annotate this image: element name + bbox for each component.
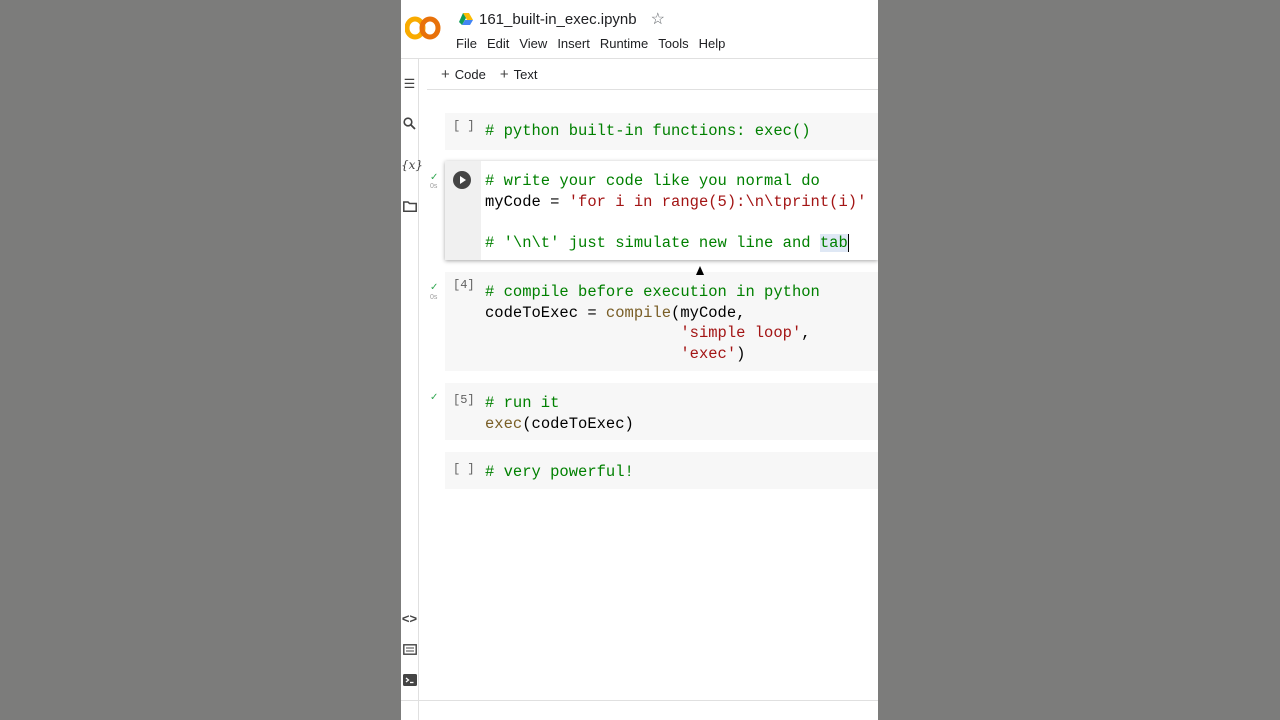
- cell-prompt: [4]: [453, 278, 475, 292]
- command-palette-icon[interactable]: [401, 643, 418, 658]
- insert-toolbar: + Code + Text: [441, 66, 551, 83]
- menu-help[interactable]: Help: [697, 36, 728, 51]
- search-icon[interactable]: [401, 117, 418, 133]
- code-snippets-icon[interactable]: <>: [401, 611, 418, 626]
- menu-tools[interactable]: Tools: [656, 36, 690, 51]
- drive-icon: [459, 13, 473, 25]
- cell-code[interactable]: # python built-in functions: exec(): [485, 121, 811, 142]
- status-bar-divider: [401, 700, 878, 701]
- exec-time: 0s: [430, 294, 438, 301]
- folder-icon[interactable]: [401, 200, 418, 215]
- cell-prompt: [5]: [453, 393, 475, 407]
- add-text-button[interactable]: + Text: [500, 66, 538, 83]
- header: 161_built-in_exec.ipynb ☆ File Edit View…: [401, 0, 878, 59]
- menu-bar: File Edit View Insert Runtime Tools Help: [454, 36, 733, 51]
- run-cell-button[interactable]: [453, 171, 471, 189]
- star-icon[interactable]: ☆: [651, 9, 665, 29]
- cell-code[interactable]: # compile before execution in python cod…: [485, 282, 820, 364]
- executed-check-icon: ✓: [430, 172, 439, 183]
- code-cell[interactable]: [ ] # python built-in functions: exec(): [445, 113, 878, 150]
- menu-edit[interactable]: Edit: [485, 36, 511, 51]
- exec-time: 0s: [430, 183, 438, 190]
- cell-prompt: [ ]: [453, 119, 475, 133]
- add-code-button[interactable]: + Code: [441, 66, 486, 83]
- menu-file[interactable]: File: [454, 36, 479, 51]
- left-sidebar: ☰ {x} <>: [401, 59, 423, 720]
- menu-insert[interactable]: Insert: [555, 36, 592, 51]
- colab-window: 161_built-in_exec.ipynb ☆ File Edit View…: [401, 0, 878, 720]
- plus-icon: +: [441, 66, 450, 83]
- executed-check-icon: ✓: [430, 392, 439, 403]
- executed-check-icon: ✓: [430, 282, 439, 293]
- cell-code[interactable]: # run it exec(codeToExec): [485, 393, 634, 434]
- menu-view[interactable]: View: [517, 36, 549, 51]
- code-cell-active[interactable]: # write your code like you normal do myC…: [445, 161, 878, 260]
- toc-icon[interactable]: ☰: [401, 76, 418, 92]
- cell-code[interactable]: # write your code like you normal do myC…: [485, 171, 866, 253]
- code-cell[interactable]: [4] # compile before execution in python…: [445, 272, 878, 371]
- colab-logo[interactable]: [405, 14, 441, 42]
- notebook-title[interactable]: 161_built-in_exec.ipynb: [479, 11, 637, 28]
- code-cell[interactable]: [5] # run it exec(codeToExec): [445, 383, 878, 440]
- menu-runtime[interactable]: Runtime: [598, 36, 650, 51]
- plus-icon: +: [499, 66, 509, 83]
- cell-code[interactable]: # very powerful!: [485, 462, 634, 483]
- terminal-icon[interactable]: [401, 674, 418, 689]
- cell-prompt: [ ]: [453, 462, 475, 476]
- code-cell[interactable]: [ ] # very powerful!: [445, 452, 878, 489]
- variables-icon[interactable]: {x}: [401, 158, 423, 172]
- toolbar-divider: [427, 89, 878, 90]
- mouse-pointer-icon: [696, 266, 704, 275]
